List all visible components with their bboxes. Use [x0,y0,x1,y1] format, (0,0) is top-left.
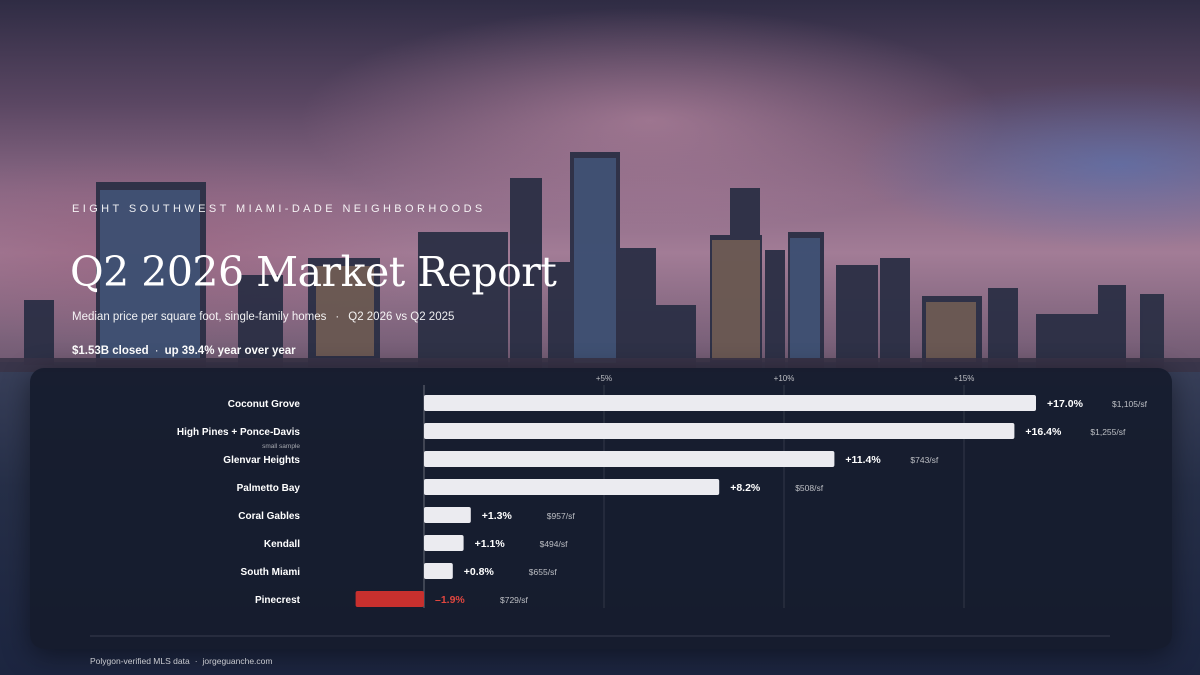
x-tick-label: +5% [596,374,612,383]
bar [424,479,720,495]
x-tick-label: +15% [954,374,975,383]
bar [424,451,835,467]
bar-price-label: $1,255/sf [1090,427,1126,437]
footer-source: Polygon-verified MLS data [90,656,190,666]
bar [424,395,1036,411]
bar [424,563,453,579]
category-label: Kendall [264,539,300,550]
category-label: High Pines + Ponce-Davis [177,427,301,438]
bar-value-label: –1.9% [435,594,465,606]
category-note: small sample [262,443,300,450]
bar-price-label: $957/sf [547,511,576,521]
bar-value-label: +11.4% [845,454,881,466]
bar-price-label: $494/sf [540,539,569,549]
bar [424,507,471,523]
footer: Polygon-verified MLS data · jorgeguanche.c… [90,656,272,666]
bar-price-label: $729/sf [500,595,529,605]
bar-value-label: +1.3% [482,510,513,522]
bar-value-label: +1.1% [475,538,506,550]
bar-chart: +5% +10% +15% Coconut Grove +17.0% $1,105/sf H… [90,374,1148,637]
category-label: Palmetto Bay [237,483,301,494]
category-label: Pinecrest [255,595,301,606]
bar-price-label: $655/sf [529,567,558,577]
bar-value-label: +17.0% [1047,398,1084,410]
bar-price-label: $1,105/sf [1112,399,1148,409]
x-tick-label: +10% [774,374,795,383]
bar [424,423,1015,439]
category-label: South Miami [241,567,301,578]
bar [355,591,424,607]
category-label: Glenvar Heights [223,455,300,466]
bar-price-label: $743/sf [910,455,939,465]
bar [424,535,464,551]
category-label: Coral Gables [238,511,300,522]
bar-price-label: $508/sf [795,483,824,493]
category-label: Coconut Grove [228,399,301,410]
footer-site[interactable]: jorgeguanche.com [203,656,273,666]
bar-value-label: +8.2% [730,482,761,494]
bar-value-label: +0.8% [464,566,495,578]
footer-separator: · [194,656,198,666]
bar-value-label: +16.4% [1025,426,1062,438]
